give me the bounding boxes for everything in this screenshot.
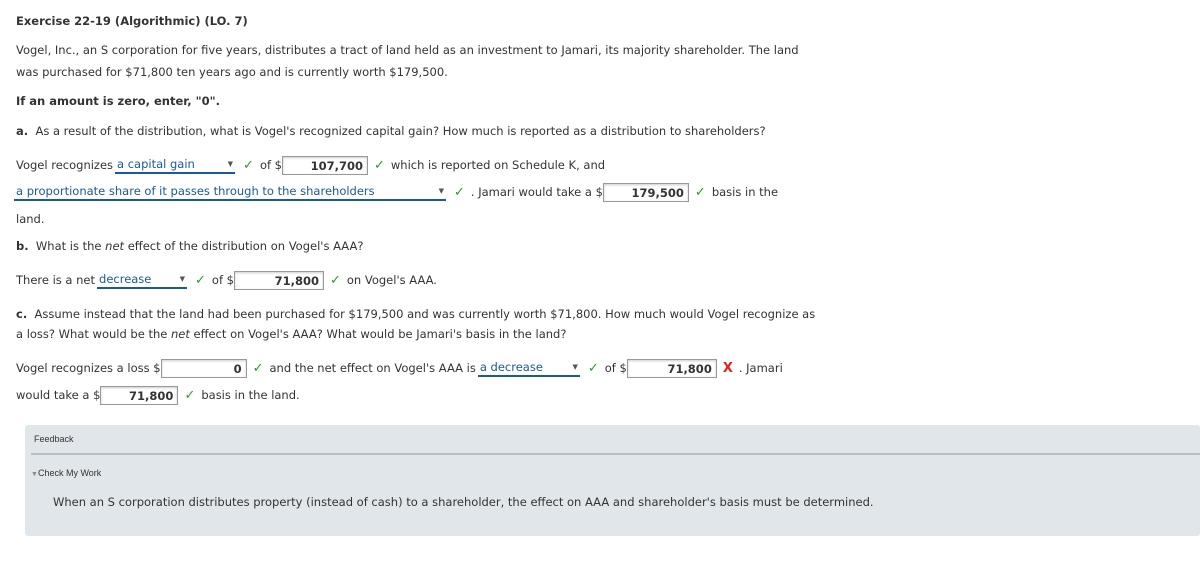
text: on Vogel's AAA. (346, 273, 437, 287)
chevron-down-icon: ▼ (227, 159, 234, 168)
part-b-line: There is a net decrease ▼ ✓ of $ 71,800 ✓… (16, 270, 437, 290)
text: There is a net (16, 273, 96, 287)
text: of $ (259, 158, 282, 172)
part-a-question: a. As a result of the distribution, what… (16, 121, 766, 141)
text: Vogel recognizes a loss $ (16, 361, 161, 375)
part-a-line-3: land. (16, 212, 45, 226)
aaa-amount-input[interactable]: 71,800 (233, 270, 324, 290)
emphasis: net (171, 327, 190, 341)
text: and the net effect on Vogel's AAA is (269, 361, 476, 375)
chevron-down-icon: ▼ (572, 362, 578, 371)
jamari-basis-input[interactable]: 71,800 (100, 385, 179, 405)
part-c-question-2: a loss? What would be the net effect on … (16, 324, 566, 344)
part-b-letter: b. (16, 239, 29, 253)
aaa-effect-select[interactable]: decrease ▼ (97, 271, 188, 289)
feedback-panel: Feedback ▼Check My Work When an S corpor… (25, 425, 1200, 536)
check-icon: ✓ (587, 360, 599, 376)
feedback-text: When an S corporation distributes proper… (53, 495, 874, 509)
part-c-line-1: Vogel recognizes a loss $ 0 ✓ and the ne… (16, 358, 783, 378)
part-a-question-text: As a result of the distribution, what is… (35, 124, 766, 138)
check-icon: ✓ (252, 360, 264, 376)
check-icon: ✓ (243, 157, 254, 173)
part-a-line-1: Vogel recognizes a capital gain ▼ ✓ of $ … (16, 155, 605, 175)
check-icon: ✓ (454, 184, 465, 200)
chevron-down-icon: ▼ (179, 274, 186, 283)
pass-through-select[interactable]: a proportionate share of it passes throu… (14, 184, 446, 201)
text: would take a $ (16, 388, 101, 402)
part-c-line-2: would take a $ 71,800 ✓ basis in the lan… (16, 385, 300, 405)
text: . Jamari (738, 361, 783, 375)
chevron-down-icon: ▼ (438, 186, 444, 195)
text: Vogel recognizes (16, 158, 114, 172)
text: . Jamari would take a $ (470, 185, 603, 199)
intro-line-2: was purchased for $71,800 ten years ago … (16, 65, 448, 79)
gain-type-select[interactable]: a capital gain ▼ (115, 156, 236, 174)
check-icon: ✓ (184, 387, 196, 403)
text: basis in the land. (201, 388, 300, 402)
check-icon: ✓ (374, 157, 385, 173)
basis-input[interactable]: 179,500 (602, 182, 689, 202)
text: basis in the (711, 185, 779, 199)
text: effect of the distribution on Vogel's AA… (127, 239, 364, 253)
emphasis: net (105, 239, 125, 253)
text: which is reported on Schedule K, and (390, 158, 606, 172)
triangle-down-icon: ▼ (31, 471, 38, 478)
part-c-letter: c. (16, 307, 28, 321)
zero-note: If an amount is zero, enter, "0". (16, 94, 220, 108)
select-value: a capital gain (117, 156, 195, 171)
gain-amount-input[interactable]: 107,700 (282, 155, 368, 175)
part-a-letter: a. (16, 124, 29, 138)
check-icon: ✓ (195, 272, 206, 288)
select-value: a decrease (479, 359, 543, 374)
aaa-effect-select-c[interactable]: a decrease ▼ (477, 359, 580, 377)
text: What is the (35, 239, 102, 253)
text: a loss? What would be the (16, 327, 168, 341)
part-a-line-2: a proportionate share of it passes throu… (14, 182, 778, 202)
aaa-amount-input-c[interactable]: 71,800 (626, 358, 717, 378)
part-c-question-1: c. Assume instead that the land had been… (16, 304, 815, 324)
check-my-work-label: Check My Work (37, 468, 102, 478)
check-my-work-toggle[interactable]: ▼Check My Work (31, 468, 101, 478)
select-value: decrease (99, 271, 152, 286)
feedback-label: Feedback (34, 434, 74, 444)
text: Assume instead that the land had been pu… (34, 307, 816, 321)
text: of $ (211, 273, 234, 287)
divider (31, 453, 1200, 455)
part-b-question: b. What is the net effect of the distrib… (16, 236, 363, 256)
text: effect on Vogel's AAA? What would be Jam… (193, 327, 567, 341)
text: of $ (604, 361, 627, 375)
check-icon: ✓ (329, 272, 341, 288)
loss-input[interactable]: 0 (160, 358, 247, 378)
intro-line-1: Vogel, Inc., an S corporation for five y… (16, 43, 799, 57)
check-icon: ✓ (694, 184, 706, 200)
select-value: a proportionate share of it passes throu… (16, 183, 375, 198)
exercise-title: Exercise 22-19 (Algorithmic) (LO. 7) (16, 14, 248, 28)
incorrect-icon: X (722, 360, 733, 376)
